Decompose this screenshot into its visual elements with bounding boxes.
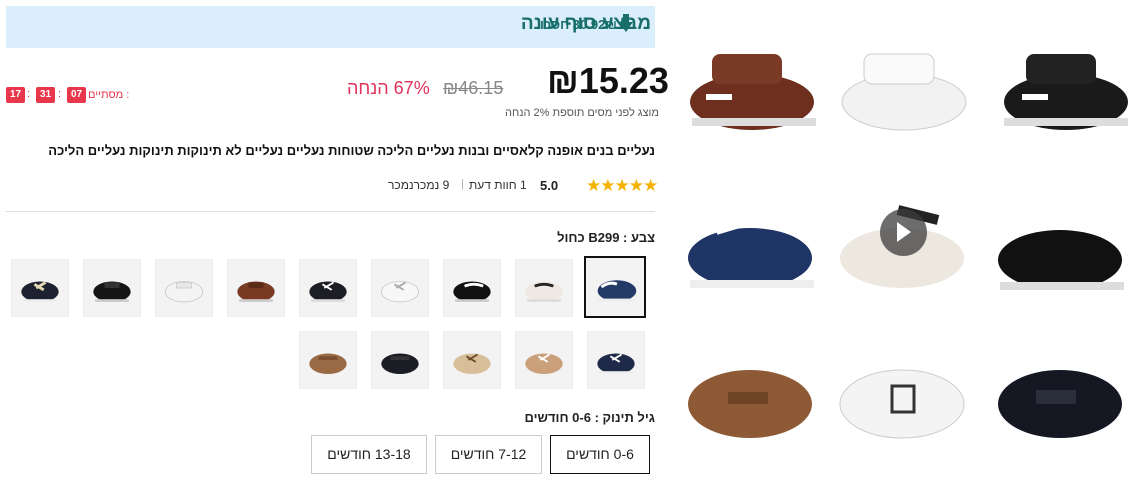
size-option-13-18[interactable]: 13-18 חודשים — [311, 435, 427, 474]
tax-note: מוצג לפני מסים תוספת 2% הנחה — [505, 107, 659, 119]
swatch-navy-lace[interactable] — [11, 259, 69, 317]
swatch-black-strap[interactable] — [83, 259, 141, 317]
discount-percent: 67% הנחה — [347, 78, 430, 98]
gallery-image-black-strap[interactable] — [986, 14, 1134, 158]
swatch-black-loafer[interactable] — [371, 331, 429, 389]
swatch-brown-loafer[interactable] — [299, 331, 357, 389]
swatch-navy-canvas[interactable] — [587, 331, 645, 389]
rating-value: 5.0 — [540, 178, 559, 193]
countdown-sep: : — [27, 88, 31, 100]
star-rating-icon[interactable]: ★★★★★ — [586, 176, 658, 196]
countdown-sep: : — [58, 88, 62, 100]
gallery-image-black-loafer[interactable] — [986, 334, 1134, 478]
swatch-white-lace[interactable] — [371, 259, 429, 317]
reviews-link[interactable]: 1 חוות דעת — [469, 178, 527, 192]
swatch-black-white[interactable] — [443, 259, 501, 317]
size-label: גיל תינוק : 0-6 חודשים — [524, 410, 655, 425]
gallery-image-brown-strap[interactable] — [676, 14, 824, 158]
original-price: ₪46.15 — [443, 78, 504, 98]
savings-text: 30.92₪ חסכו — [540, 17, 617, 32]
sold-count: 9 נמכרנמכר — [388, 178, 450, 192]
swatch-brown-strap[interactable] — [227, 259, 285, 317]
play-icon — [897, 222, 911, 242]
countdown-hours: 07 — [67, 87, 86, 103]
product-title: נעליים בנים אופנה קלאסיים ובנות נעליים ה… — [48, 143, 655, 158]
gallery-image-white-strap[interactable] — [828, 14, 976, 158]
swatch-white-strap[interactable] — [155, 259, 213, 317]
swatch-white-black[interactable] — [515, 259, 573, 317]
down-arrow-icon — [619, 14, 633, 32]
countdown-minutes: 31 — [36, 87, 55, 103]
color-label: צבע : B299 כחול — [557, 230, 655, 245]
gallery-image-brown-loafer[interactable] — [676, 334, 824, 478]
gallery-image-black-white[interactable] — [986, 180, 1134, 324]
gallery-image-white-buckle[interactable] — [828, 334, 976, 478]
rating-separator: | — [461, 178, 464, 190]
countdown-label: מסתיים : — [88, 89, 130, 101]
countdown-seconds: 17 — [6, 87, 25, 103]
current-price: ₪15.23 — [547, 60, 669, 101]
gallery-image-navy-white[interactable] — [676, 180, 824, 324]
swatch-black-lace[interactable] — [299, 259, 357, 317]
divider — [6, 211, 655, 212]
size-option-7-12[interactable]: 7-12 חודשים — [435, 435, 542, 474]
swatch-navy-white[interactable] — [584, 256, 646, 318]
swatch-tan-lace[interactable] — [515, 331, 573, 389]
swatch-beige-lace[interactable] — [443, 331, 501, 389]
size-option-0-6[interactable]: 0-6 חודשים — [550, 435, 650, 474]
